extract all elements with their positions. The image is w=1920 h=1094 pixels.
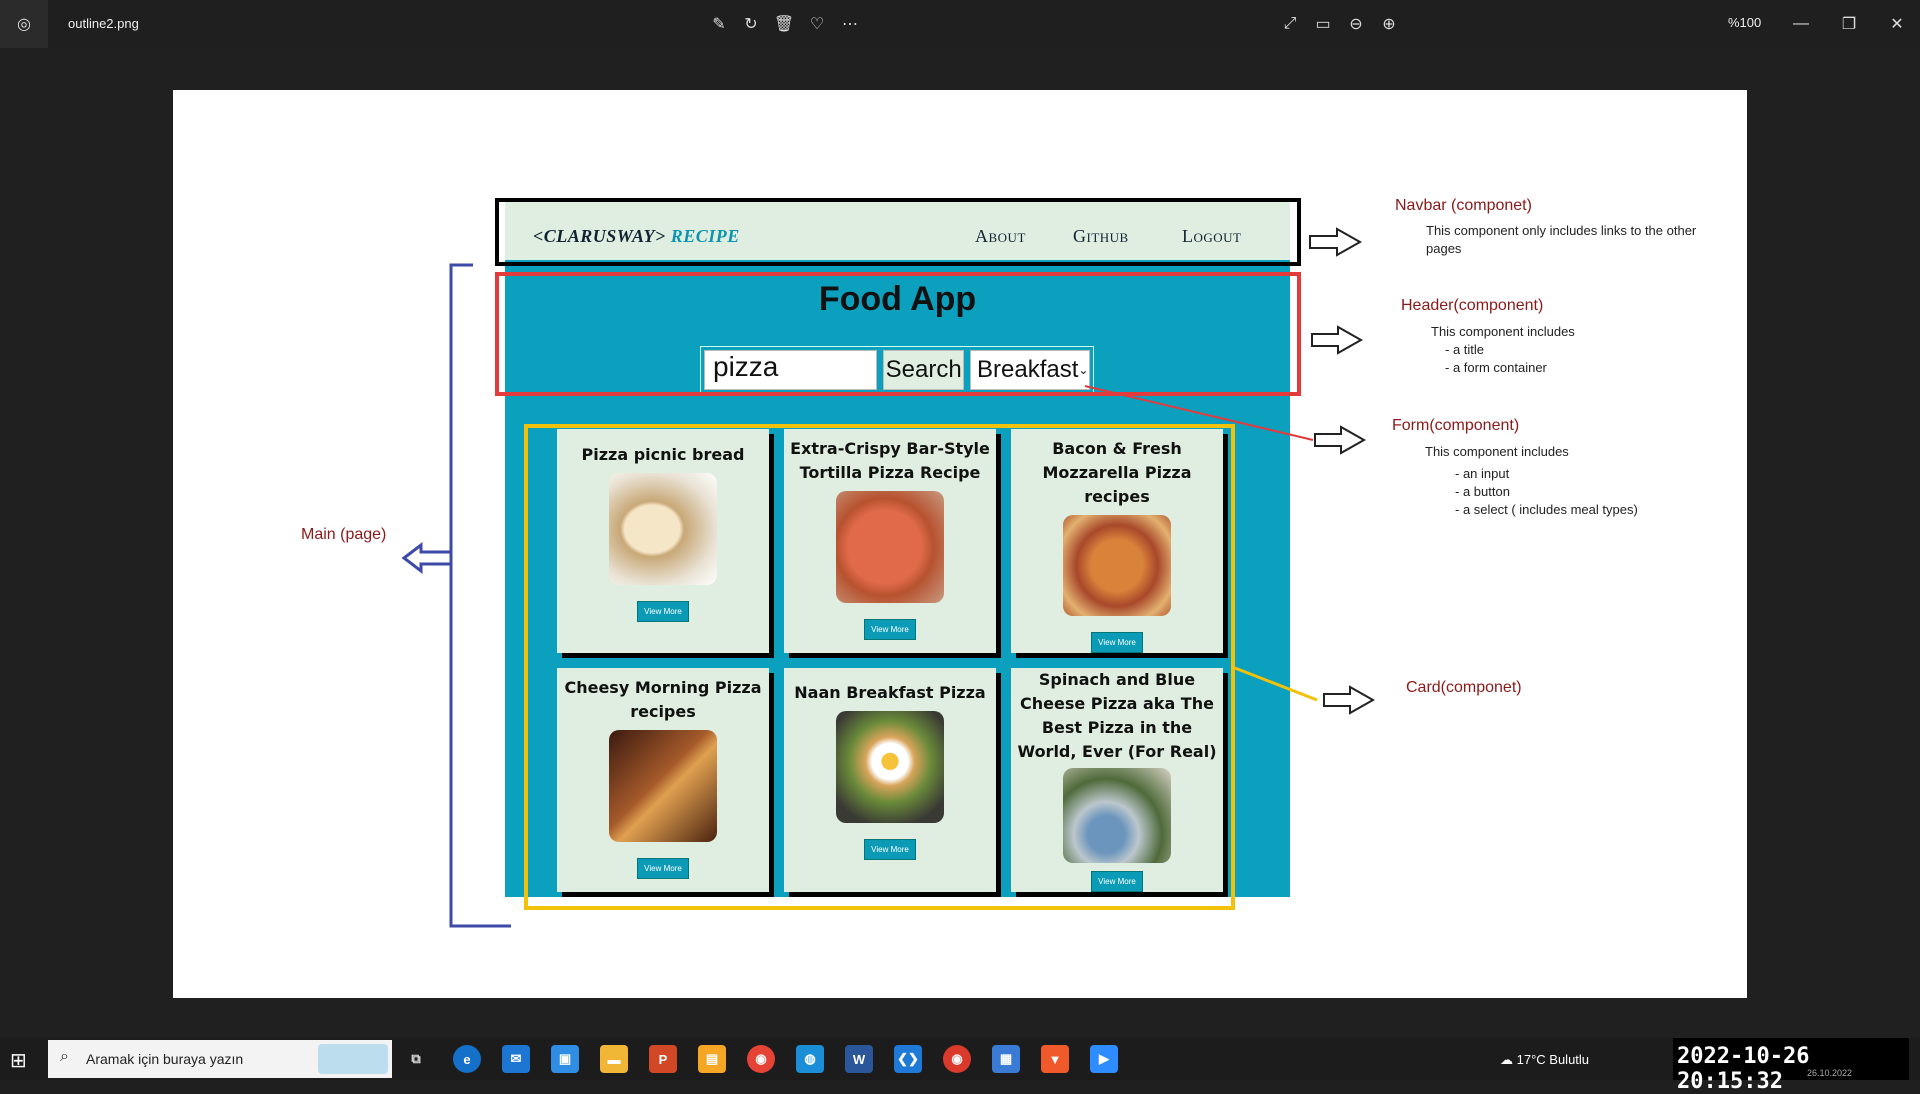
favorite-heart-icon[interactable]: ♡	[804, 12, 830, 36]
chrome-profile-icon[interactable]: ◉	[943, 1045, 971, 1073]
image-canvas: <CLARUSWAY> RECIPE About Github Logout F…	[173, 90, 1747, 998]
restore-icon[interactable]: ❐	[1836, 12, 1862, 36]
clock-overlay: 2022-10-26 20:15:32 26.10.2022	[1673, 1038, 1909, 1094]
mail-icon[interactable]: ✉	[502, 1045, 530, 1073]
task-view-icon[interactable]: ⧉	[402, 1045, 430, 1073]
zoom-level: %100	[1728, 15, 1762, 30]
search-icon: ⌕	[60, 1048, 69, 1065]
file-explorer-icon[interactable]: ▬	[600, 1045, 628, 1073]
clock-time: 2022-10-26 20:15:32	[1677, 1044, 1810, 1094]
navbar-arrow-icon	[1309, 227, 1363, 257]
taskbar: ⊞ ⌕ Aramak için buraya yazın ⧉ e ✉ ▣ ▬ P…	[0, 1038, 1920, 1094]
fullscreen-icon[interactable]: ⤢	[1277, 12, 1303, 36]
weather-widget[interactable]: ☁ 17°C Bulutlu	[1500, 1052, 1589, 1068]
delete-icon[interactable]: 🗑	[771, 12, 797, 36]
card-arrow-icon	[1323, 685, 1376, 715]
header-description: This component includes - a title - a fo…	[1431, 324, 1575, 375]
weather-text: 17°C Bulutlu	[1516, 1052, 1590, 1067]
powerpoint-icon[interactable]: P	[649, 1045, 677, 1073]
navbar-label: Navbar (componet)	[1395, 197, 1532, 214]
form-label: Form(component)	[1392, 417, 1520, 434]
windows-start-icon[interactable]: ⊞	[10, 1048, 27, 1073]
card-label: Card(componet)	[1406, 679, 1522, 696]
sticky-app-icon[interactable]: ▤	[698, 1045, 726, 1073]
chrome-icon[interactable]: ◉	[747, 1045, 775, 1073]
zoom-in-icon[interactable]: ⊕	[1376, 12, 1402, 36]
form-description: This component includes - an input - a b…	[1425, 444, 1638, 517]
rotate-icon[interactable]: ↻	[738, 12, 764, 36]
edge-icon[interactable]: e	[453, 1045, 481, 1073]
taskbar-search-placeholder: Aramak için buraya yazın	[86, 1051, 244, 1067]
photos-app-icon[interactable]: ◎	[0, 0, 48, 48]
search-highlight-art	[318, 1044, 388, 1074]
minimize-icon[interactable]: —	[1788, 12, 1814, 36]
file-name: outline2.png	[68, 16, 139, 31]
navbar-description: This component only includes links to th…	[1426, 223, 1697, 256]
app-icon[interactable]: ◍	[796, 1045, 824, 1073]
vscode-icon[interactable]: ❮❯	[894, 1045, 922, 1073]
form-arrow-icon	[1314, 425, 1367, 455]
edit-image-icon[interactable]: ✎	[706, 12, 732, 36]
header-label: Header(component)	[1401, 297, 1544, 314]
header-arrow-icon	[1311, 325, 1364, 355]
cloud-icon: ☁	[1500, 1052, 1513, 1067]
word-icon[interactable]: W	[845, 1045, 873, 1073]
store-icon[interactable]: ▣	[551, 1045, 579, 1073]
zoom-out-icon[interactable]: ⊖	[1343, 12, 1369, 36]
brave-icon[interactable]: ▼	[1041, 1045, 1069, 1073]
photos-icon[interactable]: ▦	[992, 1045, 1020, 1073]
main-page-label: Main (page)	[301, 526, 387, 543]
zoom-icon[interactable]: ▶	[1090, 1045, 1118, 1073]
more-options-icon[interactable]: ⋯	[837, 12, 863, 36]
taskbar-search[interactable]: ⌕ Aramak için buraya yazın	[48, 1040, 392, 1078]
main-arrow-icon	[401, 541, 453, 575]
close-icon[interactable]: ✕	[1884, 12, 1910, 36]
clock-date: 26.10.2022	[1807, 1068, 1853, 1078]
title-bar: ◎ outline2.png ✎ ↻ 🗑 ♡ ⋯ ⤢ ▭ ⊖ ⊕ %100 — …	[0, 0, 1920, 48]
image-viewer: <CLARUSWAY> RECIPE About Github Logout F…	[0, 48, 1920, 1038]
actual-size-icon[interactable]: ▭	[1310, 12, 1336, 36]
